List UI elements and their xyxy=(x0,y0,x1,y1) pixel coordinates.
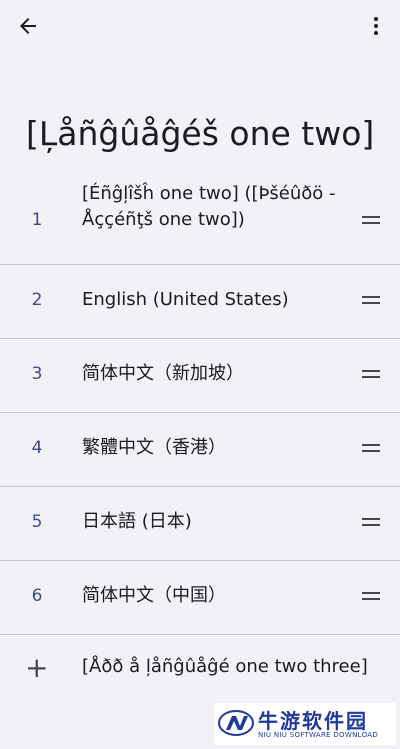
drag-handle-icon[interactable] xyxy=(362,592,380,601)
more-vert-icon xyxy=(374,17,378,35)
language-number: 2 xyxy=(31,290,43,310)
watermark-name: 牛游软件园 xyxy=(258,709,368,733)
language-list: 1 [Éñĝļîšĥ one two] ([Þšéûðö - Åççéñţš o… xyxy=(0,176,400,635)
back-button[interactable] xyxy=(8,6,48,46)
drag-handle-icon[interactable] xyxy=(362,370,380,379)
add-language-button[interactable]: + [Åðð å ļåñĝûåĝé one two three] xyxy=(0,632,400,704)
language-number: 4 xyxy=(31,438,43,458)
more-options-button[interactable] xyxy=(356,6,396,46)
language-number: 3 xyxy=(31,364,43,384)
page-title: [Ļåñĝûåĝéš one two] xyxy=(26,114,375,153)
drag-handle-icon[interactable] xyxy=(362,444,380,453)
language-item-4[interactable]: 4 繁體中文（香港） xyxy=(0,413,400,487)
language-number: 1 xyxy=(31,210,43,230)
drag-handle-icon[interactable] xyxy=(362,518,380,527)
language-item-3[interactable]: 3 简体中文（新加坡） xyxy=(0,339,400,413)
watermark-subtitle: NIU NIU SOFTWARE DOWNLOAD xyxy=(258,731,379,739)
watermark-logo: 牛游软件园 NIU NIU SOFTWARE DOWNLOAD xyxy=(214,703,396,745)
language-label: 繁體中文（香港） xyxy=(82,437,226,458)
language-number: 5 xyxy=(31,512,43,532)
add-language-label: [Åðð å ļåñĝûåĝé one two three] xyxy=(82,656,368,677)
plus-icon: + xyxy=(25,651,49,684)
language-label: 日本語 (日本) xyxy=(82,511,192,532)
niu-logo-icon xyxy=(218,710,254,736)
language-item-2[interactable]: 2 English (United States) xyxy=(0,265,400,339)
language-item-5[interactable]: 5 日本語 (日本) xyxy=(0,487,400,561)
app-bar xyxy=(0,0,400,56)
language-label: [Éñĝļîšĥ one two] ([Þšéûðö - Åççéñţš one… xyxy=(82,183,336,230)
arrow-back-icon xyxy=(20,18,36,34)
drag-handle-icon[interactable] xyxy=(362,296,380,305)
language-label: English (United States) xyxy=(82,289,289,310)
language-item-6[interactable]: 6 简体中文（中国） xyxy=(0,561,400,635)
language-label: 简体中文（新加坡） xyxy=(82,363,244,384)
language-label: 简体中文（中国） xyxy=(82,585,226,606)
language-number: 6 xyxy=(31,586,43,606)
language-item-1[interactable]: 1 [Éñĝļîšĥ one two] ([Þšéûðö - Åççéñţš o… xyxy=(0,176,400,265)
drag-handle-icon[interactable] xyxy=(362,216,380,225)
